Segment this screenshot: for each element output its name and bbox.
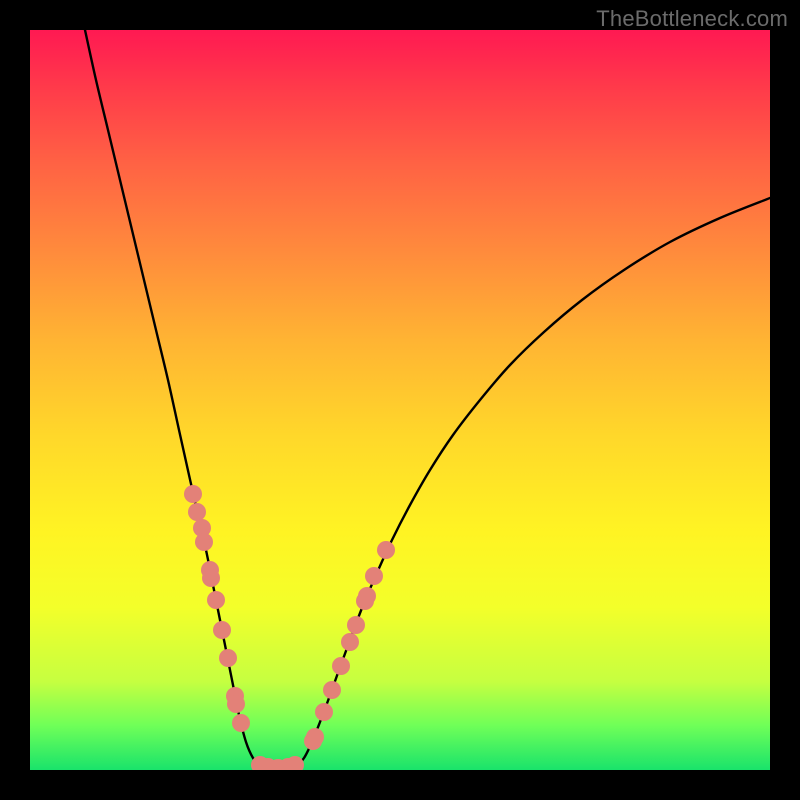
data-point-marker xyxy=(365,567,383,585)
data-point-marker xyxy=(323,681,341,699)
watermark-text: TheBottleneck.com xyxy=(596,6,788,32)
data-point-marker xyxy=(358,587,376,605)
data-point-marker xyxy=(195,533,213,551)
data-point-marker xyxy=(207,591,225,609)
data-point-marker xyxy=(213,621,231,639)
data-point-marker xyxy=(202,569,220,587)
data-point-marker xyxy=(332,657,350,675)
data-point-marker xyxy=(227,695,245,713)
data-point-marker xyxy=(347,616,365,634)
data-point-marker xyxy=(232,714,250,732)
data-point-marker xyxy=(306,728,324,746)
chart-area xyxy=(30,30,770,770)
data-point-marker xyxy=(315,703,333,721)
data-point-marker xyxy=(341,633,359,651)
data-point-marker xyxy=(219,649,237,667)
data-point-marker xyxy=(184,485,202,503)
data-point-marker xyxy=(188,503,206,521)
data-point-marker xyxy=(377,541,395,559)
bottleneck-curve xyxy=(30,30,770,770)
curve-line xyxy=(85,30,770,768)
